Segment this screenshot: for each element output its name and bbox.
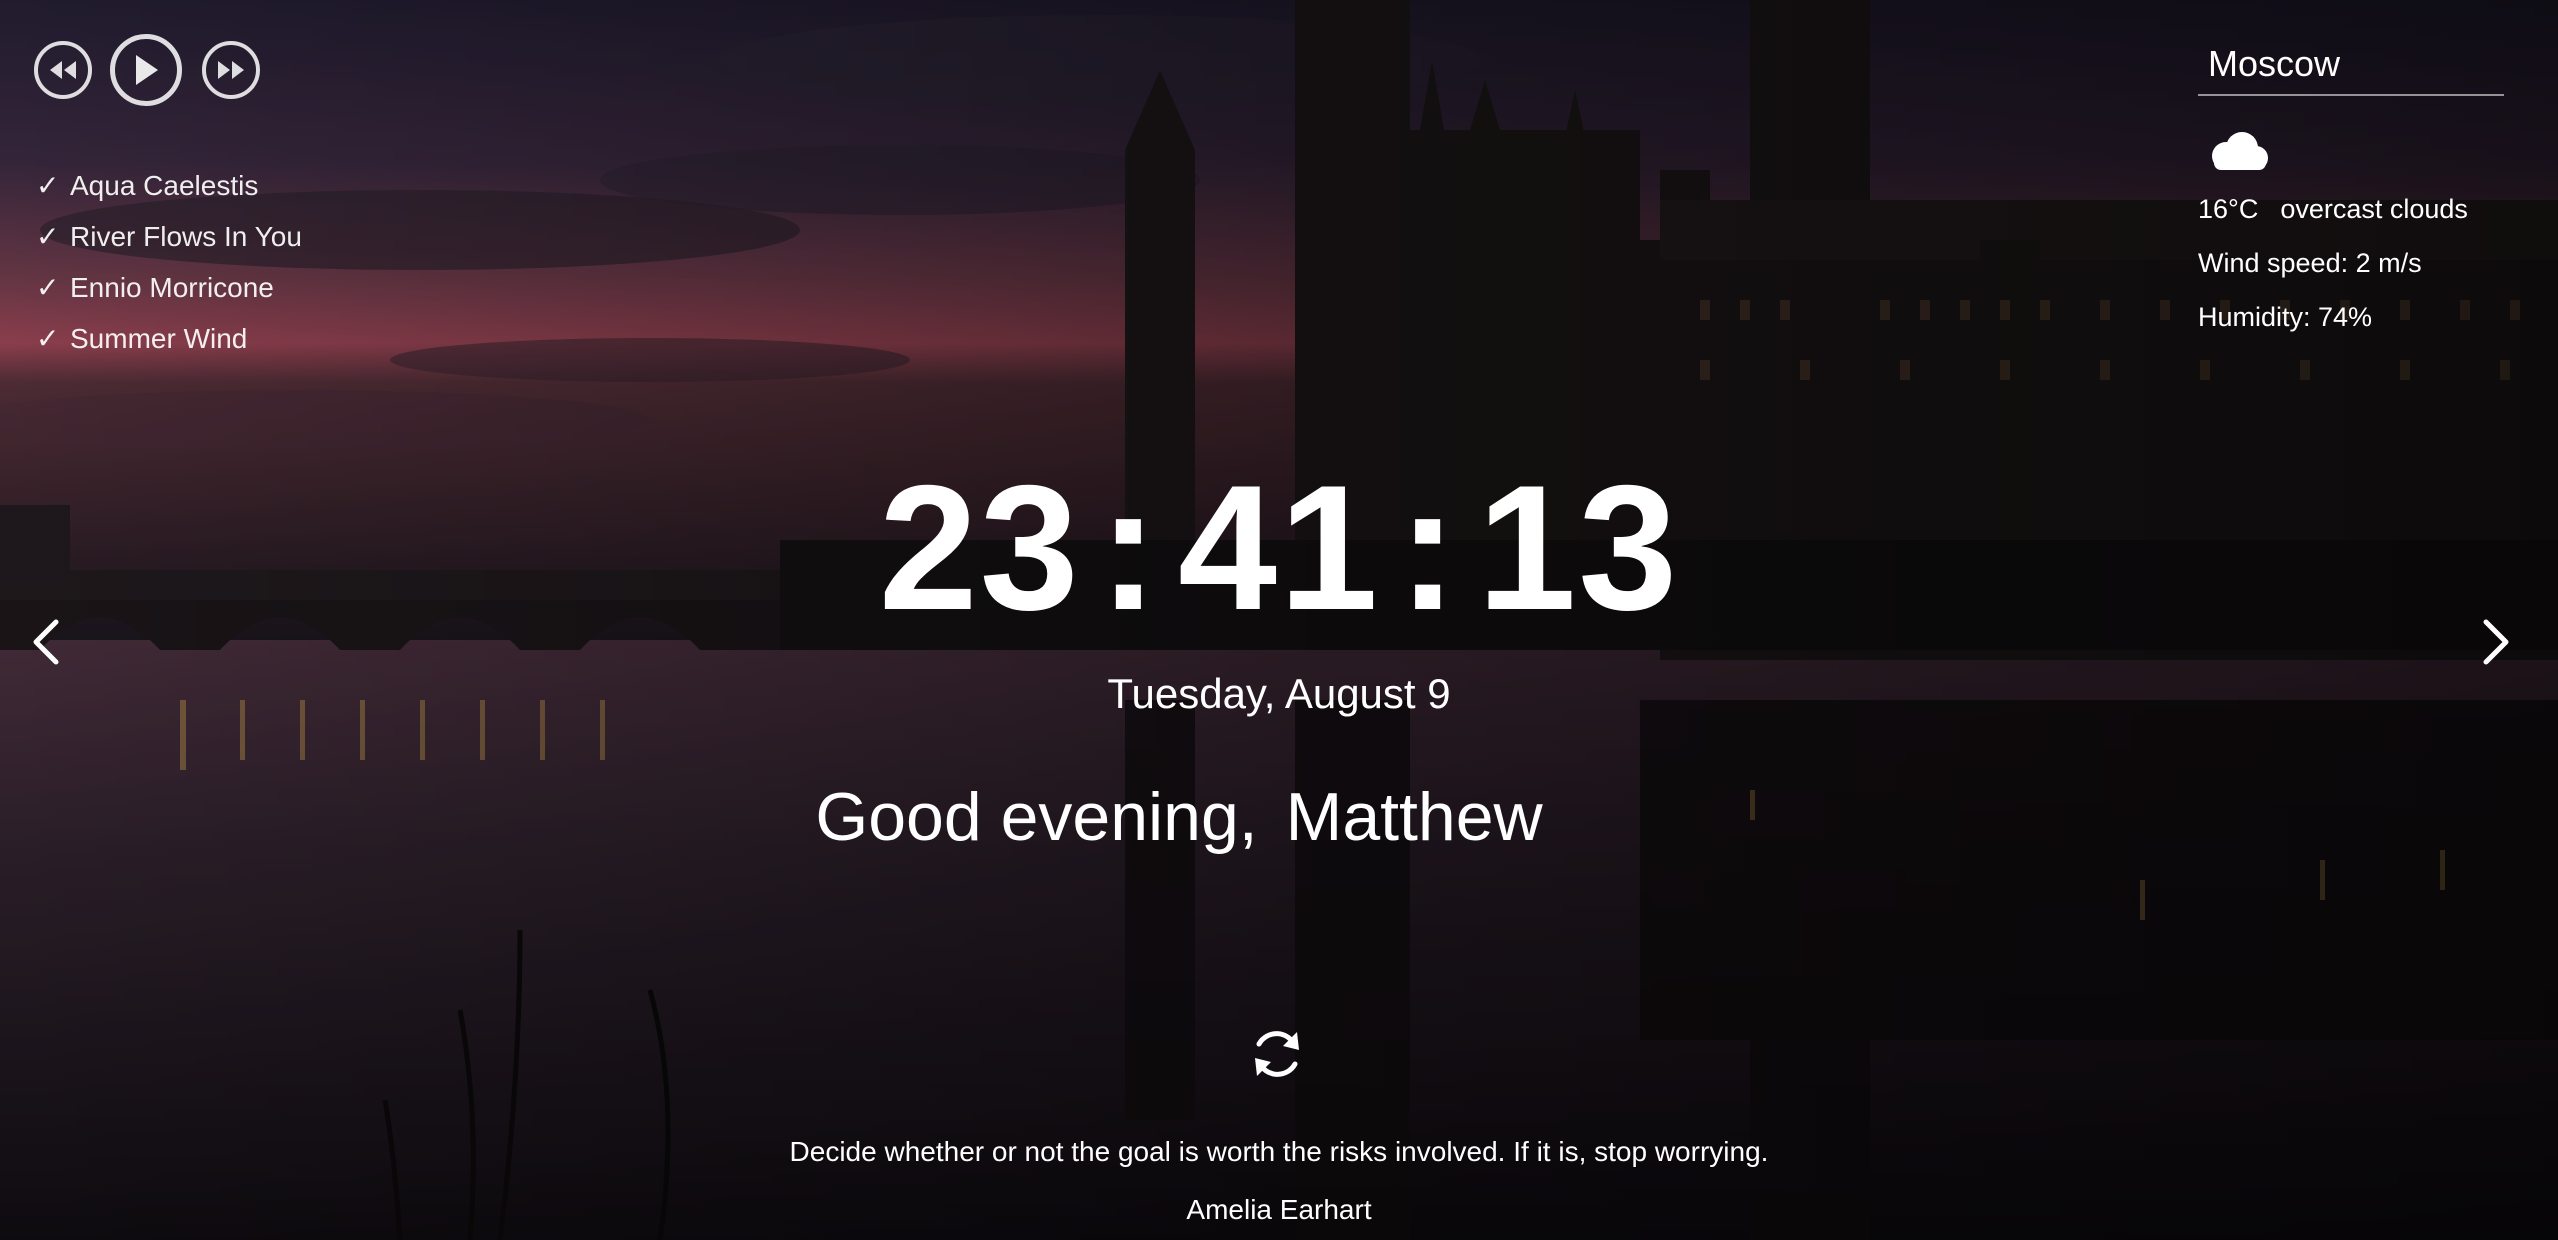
check-icon: ✓ bbox=[36, 323, 60, 354]
playlist-item[interactable]: ✓ Summer Wind bbox=[36, 313, 302, 364]
rewind-icon bbox=[50, 61, 76, 79]
playlist-item-title: Summer Wind bbox=[70, 323, 248, 354]
clock: 23:41:13 bbox=[0, 448, 2558, 648]
fast-forward-button[interactable] bbox=[202, 41, 260, 99]
playlist-item[interactable]: ✓ River Flows In You bbox=[36, 211, 302, 262]
wind-speed: Wind speed: 2 m/s bbox=[2198, 248, 2422, 278]
quote-text: Decide whether or not the goal is worth … bbox=[789, 1136, 1769, 1167]
greeting-text: Good evening, bbox=[815, 779, 1258, 855]
weather-widget: Moscow 16°C overcast clouds Wind speed: 2… bbox=[2198, 40, 2504, 344]
quote-author: Amelia Earhart bbox=[1186, 1194, 1372, 1225]
fast-forward-icon bbox=[218, 61, 244, 79]
clock-separator: : bbox=[1398, 448, 1460, 647]
temperature: 16°C bbox=[2198, 194, 2259, 224]
clock-seconds: 13 bbox=[1477, 448, 1680, 647]
clock-hours: 23 bbox=[878, 448, 1081, 647]
playlist-item-title: River Flows In You bbox=[70, 221, 302, 252]
weather-description: overcast clouds bbox=[2280, 194, 2468, 224]
playlist-item-title: Aqua Caelestis bbox=[70, 170, 259, 201]
playlist-item[interactable]: ✓ Ennio Morricone bbox=[36, 262, 302, 313]
clock-minutes: 41 bbox=[1178, 448, 1380, 647]
check-icon: ✓ bbox=[36, 170, 60, 201]
check-icon: ✓ bbox=[36, 221, 60, 252]
check-icon: ✓ bbox=[36, 272, 60, 303]
quote-refresh-button[interactable] bbox=[1245, 1022, 1309, 1086]
playlist: ✓ Aqua Caelestis ✓ River Flows In You ✓ … bbox=[36, 160, 302, 364]
weather-icon bbox=[2204, 126, 2504, 182]
cloud-icon bbox=[2212, 132, 2268, 170]
refresh-icon bbox=[1255, 1031, 1299, 1077]
greeting: Good evening, Matthew bbox=[0, 772, 2358, 862]
audio-player bbox=[34, 34, 260, 106]
weather-temperature-row: 16°C overcast clouds bbox=[2198, 182, 2504, 236]
playlist-item[interactable]: ✓ Aqua Caelestis bbox=[36, 160, 302, 211]
humidity: Humidity: 74% bbox=[2198, 302, 2373, 332]
city-input[interactable]: Moscow bbox=[2198, 40, 2504, 96]
rewind-button[interactable] bbox=[34, 41, 92, 99]
app-page: ✓ Aqua Caelestis ✓ River Flows In You ✓ … bbox=[0, 0, 2558, 1240]
clock-separator: : bbox=[1098, 448, 1160, 647]
play-icon bbox=[136, 55, 158, 85]
date: Tuesday, August 9 bbox=[1107, 670, 1451, 717]
playlist-item-title: Ennio Morricone bbox=[70, 272, 274, 303]
user-name-input[interactable]: Matthew bbox=[1286, 779, 1543, 855]
play-button[interactable] bbox=[110, 34, 182, 106]
